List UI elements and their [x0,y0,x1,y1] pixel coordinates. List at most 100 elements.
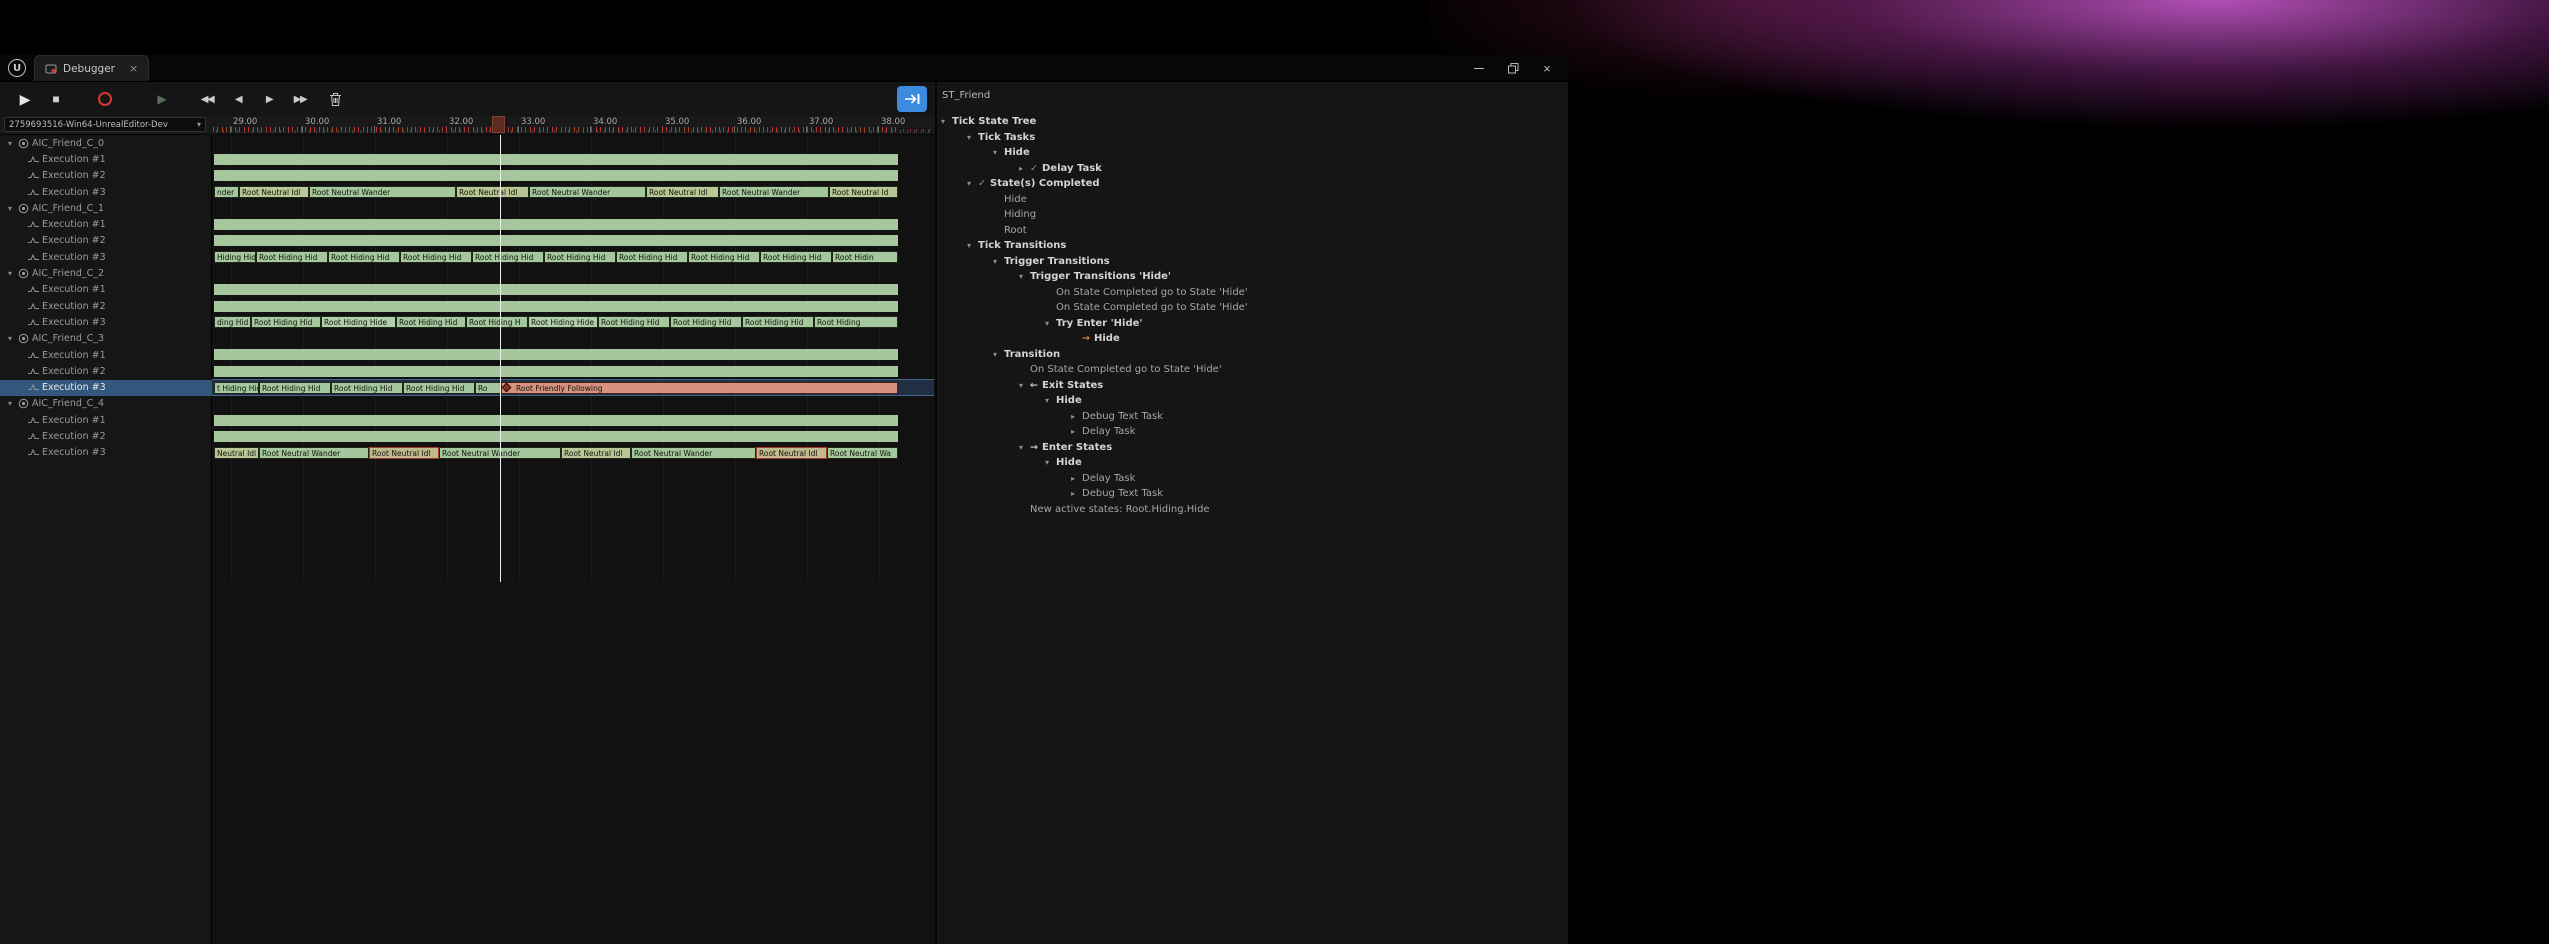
execution-row[interactable]: Execution #2 [0,168,239,184]
execution-row[interactable]: Execution #2 [0,428,239,444]
activity-bar[interactable] [214,154,898,165]
timeline-ruler[interactable]: 29.0030.0031.0032.0033.0034.0035.0036.00… [211,116,935,134]
state-segment[interactable]: Root Hiding Hid [742,316,814,328]
expander-icon[interactable]: ▸ [1071,489,1082,498]
state-segment[interactable]: Root Neutral Idl [756,447,827,459]
state-segment[interactable]: Root Neutral Wander [529,186,646,198]
state-tree-row[interactable]: ▾✓State(s) Completed [967,176,1100,192]
execution-row[interactable]: Execution #2 [0,233,239,249]
expander-icon[interactable]: ▾ [993,350,1004,359]
state-segment[interactable]: Root Neutral Wa [827,447,898,459]
state-segment[interactable]: Root Hiding Hid [544,251,616,263]
state-tree-row[interactable]: ▾Trigger Transitions 'Hide' [1019,269,1171,285]
expander-icon[interactable]: ▾ [1019,443,1030,452]
expander-icon[interactable]: ▸ [1071,474,1082,483]
instance-row[interactable]: ▾AIC_Friend_C_2 [0,265,211,281]
state-tree-row[interactable]: ▾Tick State Tree [941,114,1036,130]
state-tree-row[interactable]: On State Completed go to State 'Hide' [1019,362,1222,378]
expander-icon[interactable]: ▾ [8,334,18,343]
state-segment[interactable]: Neutral Idl [214,447,259,459]
activity-bar[interactable] [214,284,898,295]
restore-button[interactable] [1496,55,1530,81]
execution-row[interactable]: Execution #2 [0,363,239,379]
expander-icon[interactable]: ▾ [967,133,978,142]
resume-button[interactable]: ▶ [151,87,173,111]
state-segment[interactable]: Root Hiding Hid [328,251,400,263]
tab-close-icon[interactable]: × [129,63,138,74]
activity-bar[interactable] [214,301,898,312]
state-tree-row[interactable]: ▸Debug Text Task [1071,486,1163,502]
state-segment[interactable]: Root Hiding Hid [259,382,331,394]
state-tree-row[interactable]: ▾Transition [993,347,1060,363]
state-segment[interactable]: Root Hiding Hid [396,316,466,328]
state-tree-row[interactable]: On State Completed go to State 'Hide' [1045,285,1248,301]
state-segment[interactable]: Root Hidin [832,251,898,263]
activity-bar[interactable] [214,219,898,230]
execution-row[interactable]: Execution #1 [0,412,239,428]
state-tree-row[interactable]: Root [993,223,1027,239]
state-segment[interactable]: Root Hiding Hid [472,251,544,263]
state-segment[interactable]: Root Hiding Hid [598,316,670,328]
play-button[interactable]: ▶ [14,87,36,111]
state-segment[interactable]: Root Hiding Hid [760,251,832,263]
playhead-line[interactable] [500,135,501,582]
state-segment[interactable]: Root Hiding H [466,316,528,328]
state-segment[interactable]: Root Hiding Hid [403,382,475,394]
state-tree-row[interactable]: ▾Hide [1045,455,1082,471]
state-tree-row[interactable]: On State Completed go to State 'Hide' [1045,300,1248,316]
execution-row[interactable]: Execution #1 [0,151,239,167]
execution-row[interactable]: Execution #1 [0,217,239,233]
state-segment[interactable]: Root Neutral Idl [369,447,439,459]
execution-row[interactable]: Execution #3 [0,184,239,200]
state-tree-row[interactable]: ▸Delay Task [1071,424,1135,440]
state-segment[interactable]: Ro [475,382,501,394]
clear-button[interactable] [324,87,346,111]
tab-debugger[interactable]: Debugger × [34,55,149,81]
state-segment[interactable]: Root Hiding Hid [616,251,688,263]
expander-icon[interactable]: ▾ [967,241,978,250]
instance-row[interactable]: ▾AIC_Friend_C_3 [0,331,211,347]
expander-icon[interactable]: ▾ [941,117,952,126]
state-segment[interactable]: Root Neutral Wander [309,186,456,198]
state-segment[interactable]: Root Neutral Id [829,186,898,198]
expander-icon[interactable]: ▾ [8,139,18,148]
execution-row[interactable]: Execution #2 [0,298,239,314]
state-tree-row[interactable]: ▾Tick Tasks [967,130,1035,146]
state-segment[interactable]: Root Neutral Wander [631,447,756,459]
state-segment[interactable]: Root Hiding Hide [321,316,396,328]
activity-bar[interactable] [214,349,898,360]
expander-icon[interactable]: ▾ [993,148,1004,157]
instance-row[interactable]: ▾AIC_Friend_C_0 [0,135,211,151]
stop-button[interactable]: ■ [45,87,67,111]
state-segment[interactable]: Root Neutral Wander [719,186,829,198]
expander-icon[interactable]: ▾ [967,179,978,188]
minimize-button[interactable] [1462,55,1496,81]
state-tree-row[interactable]: →Hide [1071,331,1120,347]
state-segment[interactable]: Root Hiding Hid [688,251,760,263]
expander-icon[interactable]: ▾ [8,204,18,213]
expander-icon[interactable]: ▾ [1019,381,1030,390]
state-tree-row[interactable]: ▾Try Enter 'Hide' [1045,316,1142,332]
state-segment[interactable]: Root Neutral Idl [561,447,631,459]
close-button[interactable]: × [1530,55,1564,81]
state-tree-row[interactable]: ▾←Exit States [1019,378,1103,394]
expander-icon[interactable]: ▾ [1045,396,1056,405]
step-back-button[interactable]: ◀ [227,87,249,111]
state-tree-row[interactable]: ▾→Enter States [1019,440,1112,456]
expander-icon[interactable]: ▸ [1071,427,1082,436]
state-segment[interactable]: Root Hiding Hid [400,251,472,263]
step-forward-button[interactable]: ▶ [258,87,280,111]
execution-row[interactable]: Execution #3 [0,445,239,461]
record-button[interactable] [94,87,116,111]
state-segment[interactable]: Root Hiding Hid [251,316,321,328]
execution-row[interactable]: Execution #1 [0,282,239,298]
state-segment[interactable]: ding Hid [214,316,251,328]
expander-icon[interactable]: ▾ [1019,272,1030,281]
skip-forward-button[interactable]: ▶▶ [289,87,311,111]
state-segment[interactable]: Root Hiding Hid [670,316,742,328]
execution-row[interactable]: Execution #1 [0,347,239,363]
execution-row[interactable]: Execution #3 [0,314,239,330]
state-segment[interactable]: Root Hiding Hid [256,251,328,263]
state-tree-row[interactable]: ▸✓Delay Task [1019,161,1102,177]
expander-icon[interactable]: ▾ [1045,319,1056,328]
